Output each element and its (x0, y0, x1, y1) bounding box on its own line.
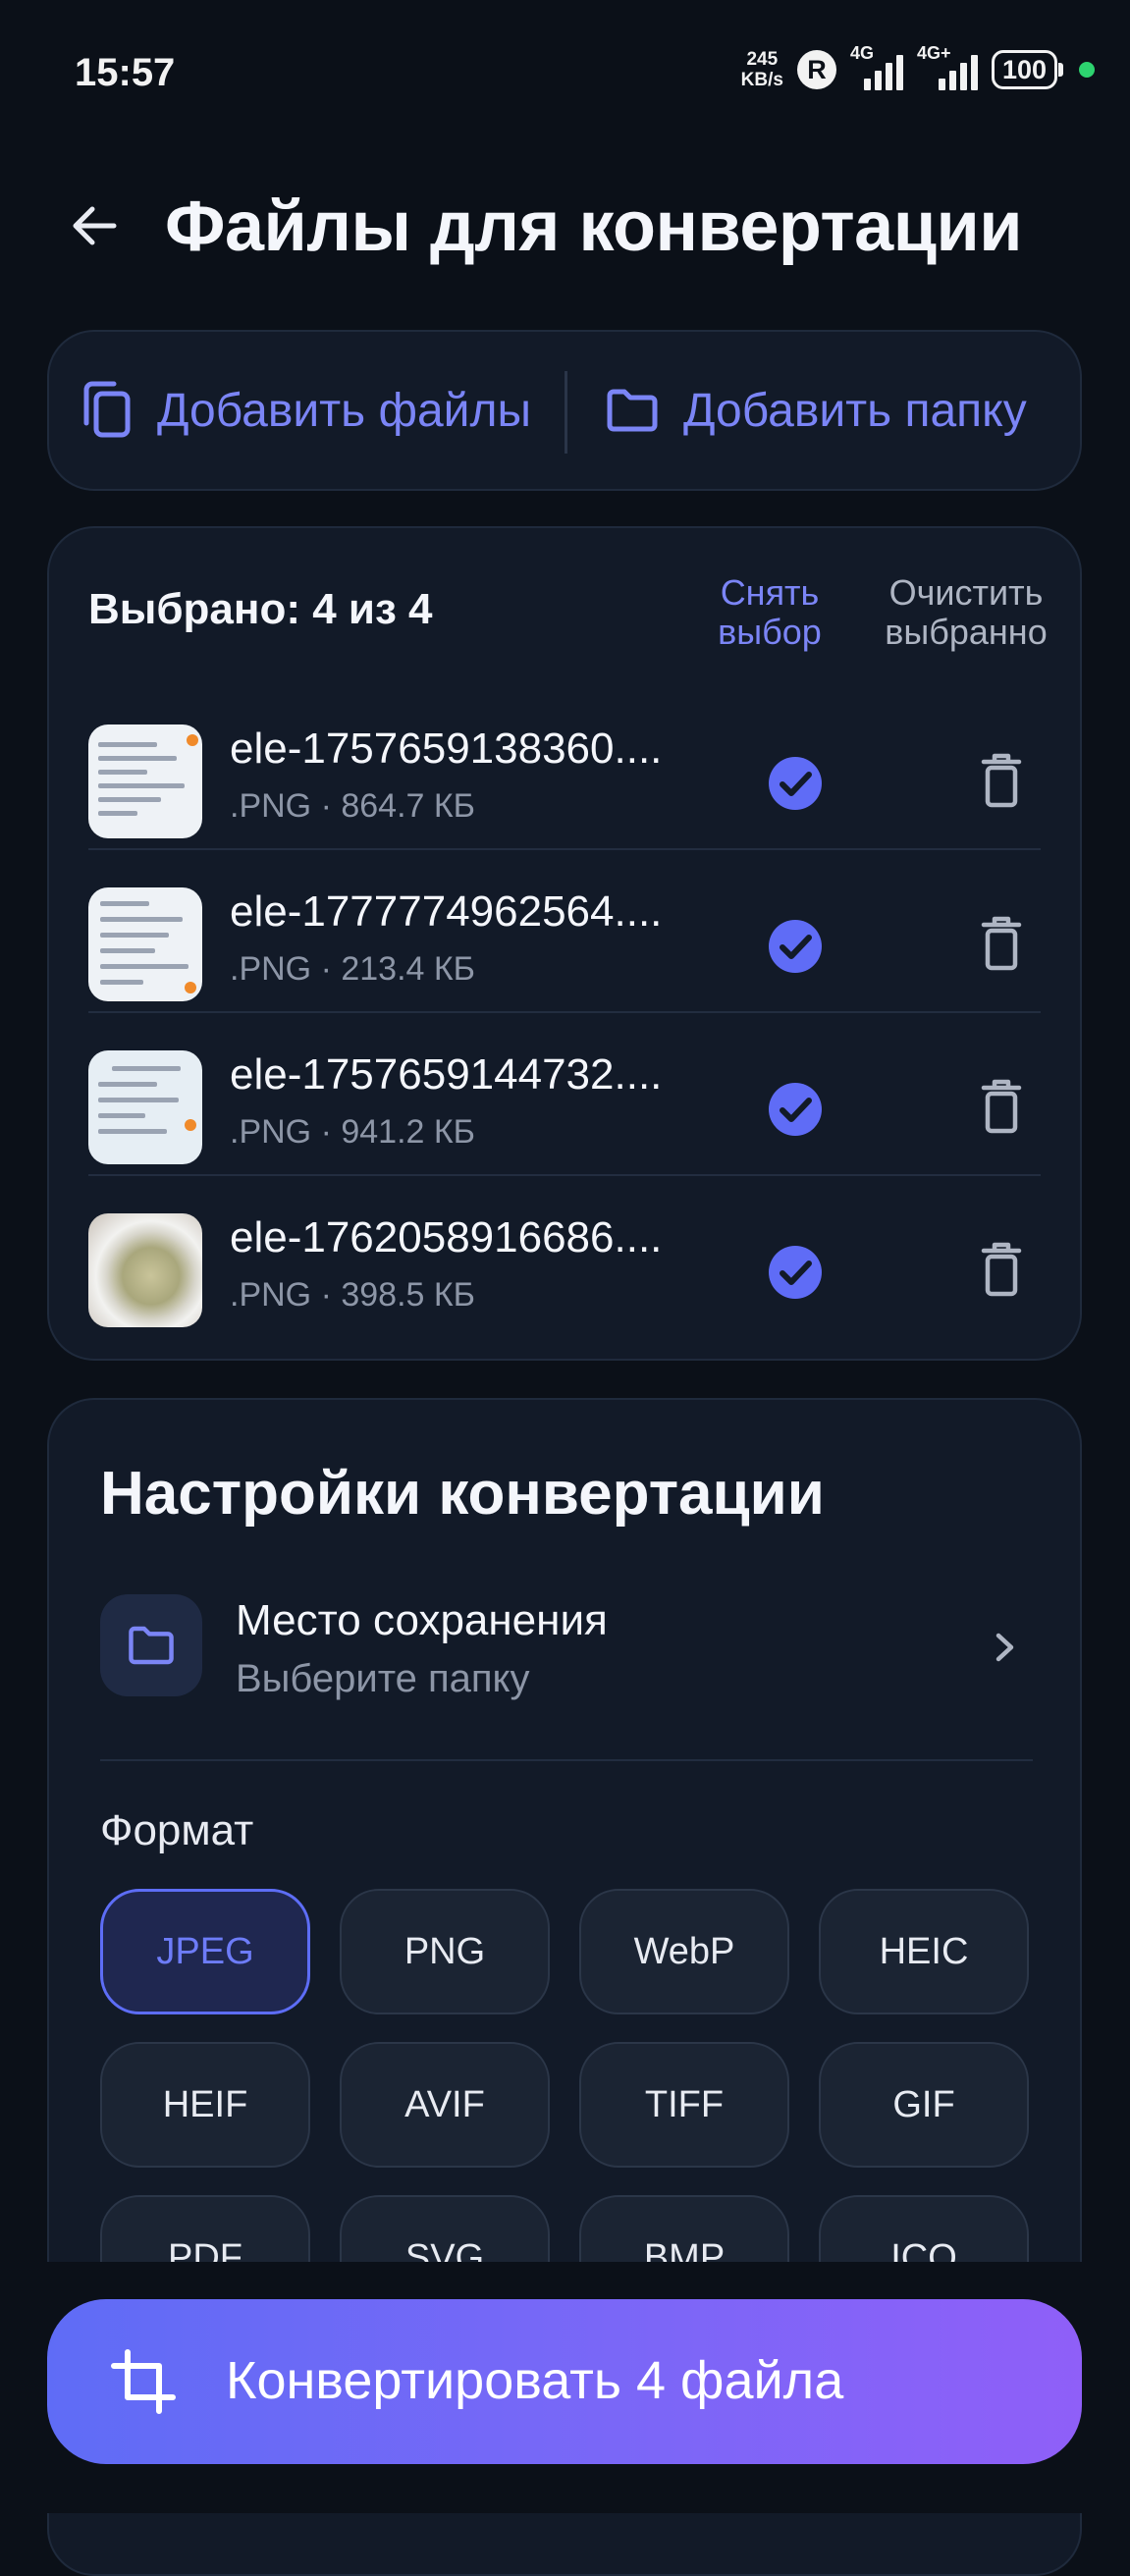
add-folder-button[interactable]: Добавить папку (605, 332, 1027, 489)
add-bar-divider (565, 371, 567, 454)
file-meta: .PNG · 398.5 КБ (230, 1276, 475, 1314)
file-name: ele-1762058916686.... (230, 1213, 663, 1261)
file-meta: .PNG · 213.4 КБ (230, 950, 475, 988)
file-thumbnail (88, 724, 202, 838)
back-arrow-icon[interactable] (65, 196, 124, 255)
network-type-2: 4G+ (916, 43, 951, 63)
check-circle-icon[interactable] (766, 917, 825, 976)
clear-selected-button[interactable]: Очистить выбранно (868, 573, 1064, 652)
format-chip-jpeg[interactable]: JPEG (100, 1889, 310, 2014)
file-row[interactable]: ele-1757659144732.... .PNG · 941.2 КБ (88, 1011, 1041, 1176)
convert-button-label: Конвертировать 4 файла (226, 2351, 844, 2410)
save-folder-icon-box (100, 1594, 202, 1696)
file-meta: .PNG · 941.2 КБ (230, 1113, 475, 1151)
settings-divider (100, 1759, 1033, 1761)
convert-button[interactable]: Конвертировать 4 файла (47, 2299, 1082, 2464)
format-chip-png[interactable]: PNG (340, 1889, 550, 2014)
signal-icon-1: 4G (850, 43, 903, 90)
network-speed: 245 KB/s (741, 49, 783, 90)
deselect-button[interactable]: Снять выбор (691, 573, 848, 652)
file-name: ele-1757659138360.... (230, 724, 663, 773)
file-row[interactable]: ele-1757659138360.... .PNG · 864.7 КБ (88, 685, 1041, 850)
folder-icon (129, 1626, 174, 1665)
format-chip-avif[interactable]: AVIF (340, 2042, 550, 2168)
file-row[interactable]: ele-1777774962564.... .PNG · 213.4 КБ (88, 848, 1041, 1013)
selection-count: Выбрано: 4 из 4 (88, 585, 433, 633)
file-thumbnail (88, 1213, 202, 1327)
format-chip-webp[interactable]: WebP (579, 1889, 789, 2014)
status-bar: 15:57 245 KB/s R 4G 4G+ 100 (0, 0, 1130, 147)
battery-icon: 100 (991, 50, 1064, 89)
add-folder-label: Добавить папку (683, 384, 1027, 437)
files-card: Выбрано: 4 из 4 Снять выбор Очистить выб… (47, 526, 1082, 1361)
network-type-1: 4G (849, 43, 874, 63)
save-location-title: Место сохранения (236, 1596, 608, 1644)
status-icons: 245 KB/s R 4G 4G+ 100 (741, 43, 1095, 90)
trash-icon[interactable] (980, 915, 1023, 974)
format-chip-heic[interactable]: HEIC (819, 1889, 1029, 2014)
signal-icon-2: 4G+ (917, 43, 978, 90)
chevron-right-icon (995, 1633, 1014, 1662)
file-thumbnail (88, 887, 202, 1001)
folder-icon (607, 389, 658, 432)
settings-title: Настройки конвертации (100, 1460, 825, 1528)
trash-icon[interactable] (980, 1078, 1023, 1137)
format-label: Формат (100, 1806, 254, 1854)
speed-value: 245 (746, 49, 779, 70)
roaming-icon: R (796, 50, 836, 89)
file-name: ele-1777774962564.... (230, 887, 663, 936)
add-bar: Добавить файлы Добавить папку (47, 330, 1082, 491)
status-time: 15:57 (75, 51, 176, 94)
app-header: Файлы для конвертации (0, 167, 1130, 285)
crop-icon (111, 2349, 176, 2414)
format-chip-gif[interactable]: GIF (819, 2042, 1029, 2168)
add-files-label: Добавить файлы (157, 384, 531, 437)
page-title: Файлы для конвертации (165, 188, 1022, 266)
trash-icon[interactable] (980, 1241, 1023, 1300)
trash-icon[interactable] (980, 752, 1023, 811)
check-circle-icon[interactable] (766, 1080, 825, 1139)
check-circle-icon[interactable] (766, 1243, 825, 1302)
save-location-subtitle: Выберите папку (236, 1657, 530, 1700)
format-chip-tiff[interactable]: TIFF (579, 2042, 789, 2168)
format-chip-heif[interactable]: HEIF (100, 2042, 310, 2168)
speed-unit: KB/s (740, 70, 783, 90)
check-circle-icon[interactable] (766, 754, 825, 813)
file-meta: .PNG · 864.7 КБ (230, 787, 475, 825)
save-location-row[interactable]: Место сохранения Выберите папку (100, 1592, 1033, 1730)
file-name: ele-1757659144732.... (230, 1050, 663, 1099)
privacy-indicator-dot (1079, 62, 1095, 78)
file-thumbnail (88, 1050, 202, 1164)
file-row[interactable]: ele-1762058916686.... .PNG · 398.5 КБ (88, 1174, 1041, 1337)
copy-files-icon (83, 381, 131, 438)
add-files-button[interactable]: Добавить файлы (81, 332, 531, 489)
